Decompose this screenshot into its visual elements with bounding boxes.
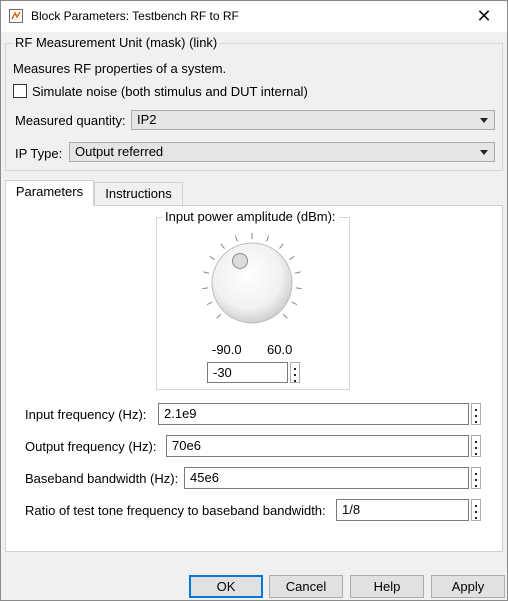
input-frequency-menu-button[interactable] bbox=[471, 403, 481, 425]
knob-tick bbox=[288, 255, 295, 261]
power-amplitude-menu-button[interactable] bbox=[290, 362, 300, 383]
ok-button[interactable]: OK bbox=[189, 575, 263, 598]
tone-ratio-field[interactable]: 1/8 bbox=[336, 499, 469, 521]
simulate-noise-checkbox[interactable] bbox=[13, 84, 27, 98]
knob-tick bbox=[206, 301, 213, 306]
ip-type-label: IP Type: bbox=[15, 146, 63, 161]
knob-tick bbox=[291, 301, 298, 306]
tab-instructions[interactable]: Instructions bbox=[94, 182, 183, 206]
knob-tick bbox=[209, 255, 216, 261]
mask-group-legend: RF Measurement Unit (mask) (link) bbox=[13, 35, 220, 50]
measured-quantity-label: Measured quantity: bbox=[15, 113, 126, 128]
baseband-bandwidth-label: Baseband bandwidth (Hz): bbox=[25, 471, 179, 486]
title-bar[interactable]: Block Parameters: Testbench RF to RF ✕ bbox=[1, 1, 507, 32]
power-amplitude-input[interactable]: -30 bbox=[207, 362, 288, 383]
simulate-noise-option[interactable]: Simulate noise (both stimulus and DUT in… bbox=[13, 84, 308, 99]
knob-tick bbox=[279, 243, 284, 249]
knob-label: Input power amplitude (dBm): bbox=[162, 209, 339, 224]
ip-type-dropdown[interactable]: Output referred bbox=[69, 142, 495, 162]
knob-tick bbox=[235, 235, 238, 242]
ip-type-value: Output referred bbox=[75, 144, 164, 159]
help-button[interactable]: Help bbox=[350, 575, 424, 598]
simulink-block-icon bbox=[9, 9, 23, 23]
power-amplitude-knob[interactable] bbox=[181, 227, 323, 343]
baseband-bandwidth-field[interactable]: 45e6 bbox=[184, 467, 469, 489]
tab-parameters-label: Parameters bbox=[15, 184, 84, 199]
measured-quantity-dropdown[interactable]: IP2 bbox=[131, 110, 495, 130]
knob-tick bbox=[294, 271, 301, 274]
output-frequency-label: Output frequency (Hz): bbox=[25, 439, 157, 454]
baseband-bandwidth-menu-button[interactable] bbox=[471, 467, 481, 489]
cancel-button[interactable]: Cancel bbox=[269, 575, 343, 598]
output-frequency-menu-button[interactable] bbox=[471, 435, 481, 457]
knob-indicator bbox=[232, 253, 248, 269]
input-frequency-field[interactable]: 2.1e9 bbox=[158, 403, 469, 425]
knob-tick bbox=[266, 235, 269, 242]
apply-button[interactable]: Apply bbox=[431, 575, 505, 598]
knob-tick bbox=[202, 287, 209, 290]
simulate-noise-label: Simulate noise (both stimulus and DUT in… bbox=[32, 84, 308, 99]
knob-min-label: -90.0 bbox=[212, 342, 242, 357]
knob-tick bbox=[282, 313, 288, 319]
tab-instructions-label: Instructions bbox=[105, 186, 172, 201]
knob-tick bbox=[220, 243, 225, 249]
dialog-window: Block Parameters: Testbench RF to RF ✕ R… bbox=[0, 0, 508, 601]
knob-tick bbox=[203, 271, 210, 274]
knob-tick bbox=[216, 313, 222, 319]
window-title: Block Parameters: Testbench RF to RF bbox=[31, 9, 239, 23]
knob-max-label: 60.0 bbox=[267, 342, 293, 357]
knob-tick bbox=[295, 287, 302, 290]
chevron-down-icon bbox=[480, 150, 488, 155]
tone-ratio-menu-button[interactable] bbox=[471, 499, 481, 521]
close-icon[interactable]: ✕ bbox=[461, 1, 507, 32]
tone-ratio-label: Ratio of test tone frequency to baseband… bbox=[25, 503, 326, 518]
input-frequency-label: Input frequency (Hz): bbox=[25, 407, 147, 422]
tab-parameters[interactable]: Parameters bbox=[5, 180, 94, 206]
mask-description: Measures RF properties of a system. bbox=[13, 61, 227, 76]
mask-group-title: RF Measurement Unit (mask) (link) bbox=[13, 35, 220, 50]
chevron-down-icon bbox=[480, 118, 488, 123]
output-frequency-field[interactable]: 70e6 bbox=[166, 435, 469, 457]
measured-quantity-value: IP2 bbox=[137, 112, 157, 127]
